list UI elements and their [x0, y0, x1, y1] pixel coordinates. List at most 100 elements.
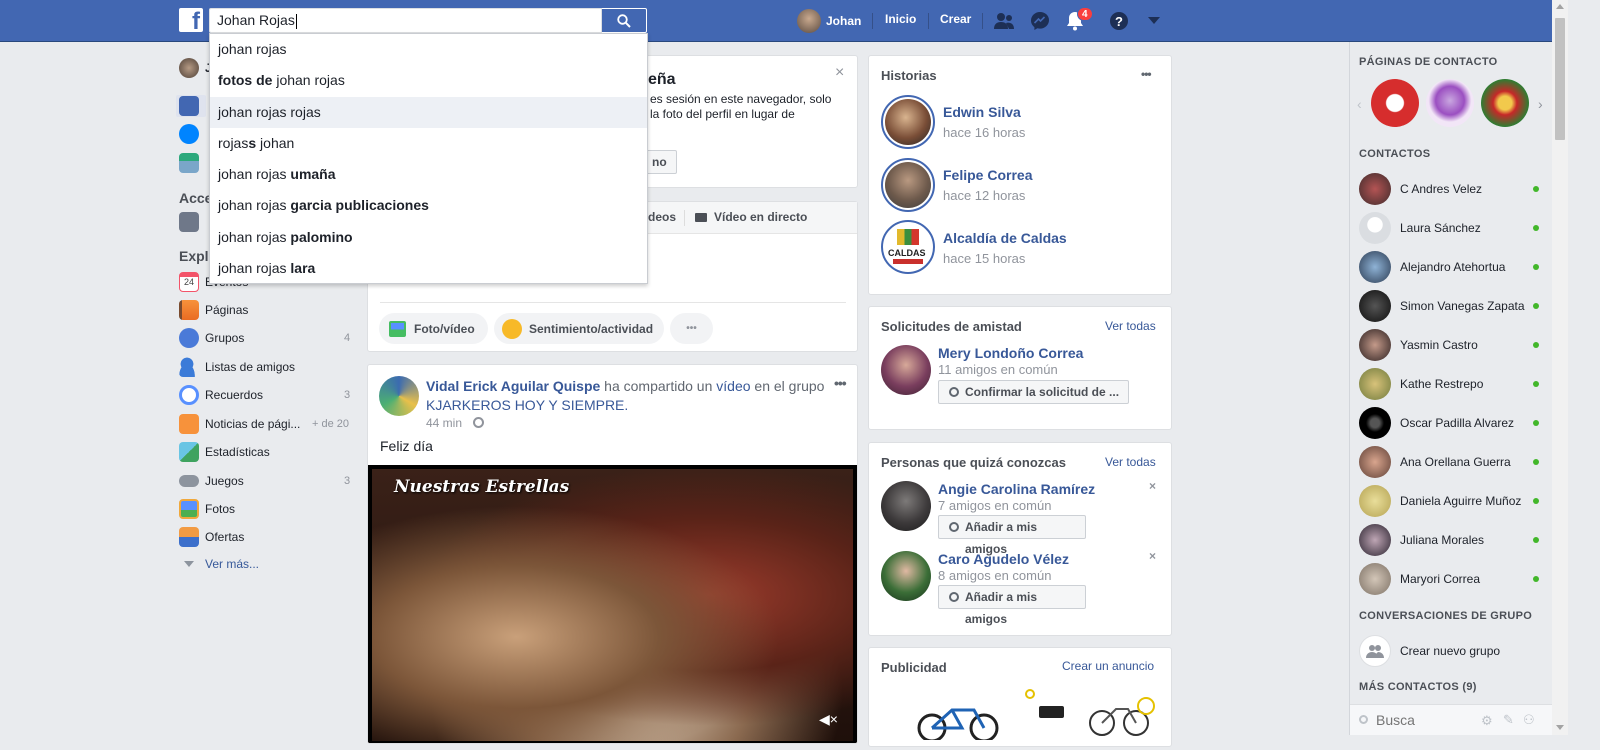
- left-nav-item-photos[interactable]: Fotos: [179, 498, 349, 520]
- suggestion-item[interactable]: johan rojas palomino: [210, 222, 647, 253]
- scroll-up-arrow[interactable]: [1556, 4, 1564, 9]
- close-icon[interactable]: ×: [1149, 549, 1156, 563]
- confirm-request-button[interactable]: Confirmar la solicitud de ...: [938, 380, 1129, 404]
- friend-requests-icon[interactable]: [993, 10, 1015, 32]
- left-nav-item-games[interactable]: Juegos 3: [179, 470, 350, 492]
- post-group-link[interactable]: KJARKEROS HOY Y SIEMPRE.: [426, 397, 628, 413]
- contact-item[interactable]: Simon Vanegas Zapata: [1359, 289, 1549, 323]
- suggestion-item[interactable]: johan rojas rojas: [210, 96, 647, 128]
- avatar[interactable]: [881, 481, 931, 531]
- add-friend-button[interactable]: Añadir a mis amigos: [938, 585, 1086, 626]
- more-options-button[interactable]: •••: [670, 313, 713, 344]
- contact-item[interactable]: Ana Orellana Guerra: [1359, 445, 1549, 479]
- create-group-button[interactable]: Crear nuevo grupo: [1359, 634, 1549, 668]
- chevron-right-icon[interactable]: ›: [1538, 96, 1543, 112]
- gear-icon[interactable]: ⚙: [1481, 713, 1493, 729]
- contact-page-avatar[interactable]: [1481, 79, 1529, 127]
- close-icon[interactable]: ×: [1149, 479, 1156, 493]
- help-icon[interactable]: ?: [1108, 10, 1130, 32]
- scrollbar-thumb[interactable]: [1555, 18, 1565, 140]
- contact-item[interactable]: Alejandro Atehortua: [1359, 250, 1549, 284]
- contact-item[interactable]: Daniela Aguirre Muñoz: [1359, 484, 1549, 518]
- scroll-down-arrow[interactable]: [1556, 725, 1564, 730]
- left-nav-news-feed[interactable]: [176, 95, 206, 117]
- chevron-down-icon[interactable]: [1143, 10, 1165, 32]
- left-nav-item-friend-lists[interactable]: Listas de amigos: [179, 356, 349, 378]
- story-name[interactable]: Felipe Correa: [943, 167, 1032, 183]
- see-all-link[interactable]: Ver todas: [1105, 455, 1156, 469]
- post-author[interactable]: Vidal Erick Aguilar Quispe: [426, 378, 600, 394]
- facebook-logo[interactable]: f: [179, 8, 203, 32]
- chat-search-input[interactable]: [1376, 711, 1476, 729]
- more-options-icon[interactable]: •••: [834, 375, 847, 391]
- left-nav-item-memories[interactable]: Recuerdos 3: [179, 384, 350, 406]
- decline-button[interactable]: no: [643, 150, 677, 174]
- close-icon[interactable]: ×: [835, 64, 844, 82]
- left-nav-item-insights[interactable]: Estadísticas: [179, 441, 349, 463]
- contact-page-avatar[interactable]: [1371, 79, 1419, 127]
- suggestion-item[interactable]: johan rojas lara: [210, 253, 647, 284]
- compose-icon[interactable]: ✎: [1503, 712, 1514, 728]
- story-avatar[interactable]: [881, 158, 935, 212]
- post-video-link[interactable]: vídeo: [716, 378, 750, 394]
- left-nav-shortcut[interactable]: [179, 211, 205, 233]
- left-nav-item-page-news[interactable]: Noticias de pági... + de 20: [179, 413, 349, 435]
- ad-image-bike-accessories[interactable]: [1024, 688, 1159, 738]
- left-nav-profile[interactable]: J: [179, 57, 212, 79]
- suggestion-item[interactable]: johan rojas garcia publicaciones: [210, 190, 647, 221]
- left-nav-item-groups[interactable]: Grupos 4: [179, 327, 350, 349]
- search-button[interactable]: [602, 8, 647, 33]
- video-player[interactable]: Nuestras Estrellas ◀×: [368, 465, 857, 743]
- tab-live-video[interactable]: Vídeo en directo: [714, 210, 807, 224]
- avatar[interactable]: [379, 376, 419, 416]
- suggestion-item[interactable]: rojass johan: [210, 128, 647, 159]
- contact-item[interactable]: Yasmin Castro: [1359, 328, 1549, 362]
- suggestion-item[interactable]: johan rojas umaña: [210, 159, 647, 190]
- left-nav-see-more[interactable]: Ver más...: [179, 553, 349, 575]
- photo-video-button[interactable]: Foto/vídeo: [379, 313, 488, 344]
- left-nav-marketplace[interactable]: [179, 152, 205, 174]
- new-group-icon[interactable]: ⚇: [1523, 712, 1535, 728]
- feeling-button[interactable]: Sentimiento/actividad: [494, 313, 664, 344]
- mute-icon[interactable]: ◀×: [819, 711, 838, 728]
- notifications-badge: 4: [1077, 7, 1093, 21]
- avatar[interactable]: [881, 551, 931, 601]
- left-nav-item-pages[interactable]: Páginas: [179, 299, 349, 321]
- avatar[interactable]: [881, 345, 931, 395]
- add-friend-button[interactable]: Añadir a mis amigos: [938, 515, 1086, 556]
- chat-sidebar: PÁGINAS DE CONTACTO ‹ › CONTACTOS C Andr…: [1349, 42, 1552, 735]
- contact-item[interactable]: Kathe Restrepo: [1359, 367, 1549, 401]
- create-ad-link[interactable]: Crear un anuncio: [1062, 659, 1154, 673]
- chevron-left-icon[interactable]: ‹: [1357, 96, 1362, 112]
- profile-link[interactable]: Johan: [797, 9, 861, 33]
- story-avatar[interactable]: CALDAS: [881, 220, 935, 274]
- contact-item[interactable]: Juliana Morales: [1359, 523, 1549, 557]
- suggestion-item[interactable]: johan rojas: [210, 34, 647, 65]
- suggestion-item[interactable]: fotos de johan rojas: [210, 65, 647, 96]
- post-time[interactable]: 44 min: [426, 416, 462, 430]
- left-nav-messenger[interactable]: [179, 123, 205, 145]
- story-name[interactable]: Edwin Silva: [943, 104, 1021, 120]
- messenger-icon[interactable]: [1029, 10, 1051, 32]
- pymk-name[interactable]: Angie Carolina Ramírez: [938, 481, 1095, 497]
- see-all-link[interactable]: Ver todas: [1105, 319, 1156, 333]
- contact-item[interactable]: C Andres Velez: [1359, 172, 1549, 206]
- contact-item[interactable]: Laura Sánchez: [1359, 211, 1549, 245]
- contact-page-avatar[interactable]: [1426, 79, 1474, 127]
- pymk-name[interactable]: Caro Agudelo Vélez: [938, 551, 1069, 567]
- more-options-icon[interactable]: •••: [1141, 67, 1152, 81]
- story-name[interactable]: Alcaldía de Caldas: [943, 230, 1067, 246]
- contact-item[interactable]: Maryori Correa: [1359, 562, 1549, 596]
- story-avatar[interactable]: [881, 95, 935, 149]
- left-nav-item-offers[interactable]: Ofertas: [179, 526, 349, 548]
- create-link[interactable]: Crear: [940, 12, 971, 26]
- contact-item[interactable]: Oscar Padilla Alvarez: [1359, 406, 1549, 440]
- ad-image-bicycle[interactable]: [914, 700, 1004, 743]
- suggestion-text: johan rojas: [218, 228, 291, 245]
- suggestion-text: rojas: [218, 134, 249, 151]
- tab-videos[interactable]: deos: [648, 210, 676, 224]
- page-scrollbar[interactable]: [1552, 0, 1568, 735]
- request-name[interactable]: Mery Londoño Correa: [938, 345, 1083, 361]
- search-input[interactable]: Johan Rojas: [209, 8, 602, 33]
- home-link[interactable]: Inicio: [885, 12, 916, 26]
